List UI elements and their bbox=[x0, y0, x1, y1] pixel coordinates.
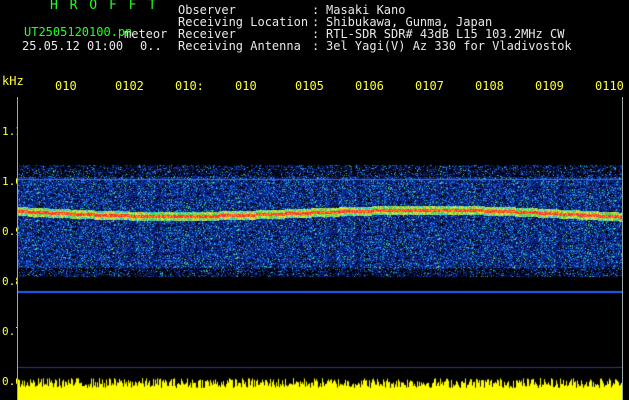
spectrogram-canvas bbox=[18, 97, 622, 400]
date-time: 25.05.12 01:00 bbox=[22, 39, 124, 53]
x-tick-label: 0108 bbox=[475, 79, 504, 93]
header-brand: H R O F F T bbox=[50, 0, 159, 13]
file-name: UT2505120100.pn bbox=[24, 25, 133, 39]
plot-frame-right bbox=[622, 97, 623, 400]
x-tick-label: 010 bbox=[55, 79, 77, 93]
x-tick-label: 0102 bbox=[115, 79, 144, 93]
x-tick-label: 0110 bbox=[595, 79, 624, 93]
x-tick-label: 010 bbox=[235, 79, 257, 93]
antenna-label: Receiving Antenna bbox=[178, 39, 301, 53]
x-tick-label: 0107 bbox=[415, 79, 444, 93]
info-separator: : bbox=[312, 39, 320, 53]
x-tick-label: 0105 bbox=[295, 79, 324, 93]
x-tick-label: 0106 bbox=[355, 79, 384, 93]
antenna-value: 3el Yagi(V) Az 330 for Vladivostok bbox=[326, 39, 572, 53]
x-tick-label: 010: bbox=[175, 79, 204, 93]
frequency-unit-label: kHz bbox=[2, 74, 24, 88]
x-tick-label: 0109 bbox=[535, 79, 564, 93]
counter: 0.. bbox=[140, 39, 162, 53]
